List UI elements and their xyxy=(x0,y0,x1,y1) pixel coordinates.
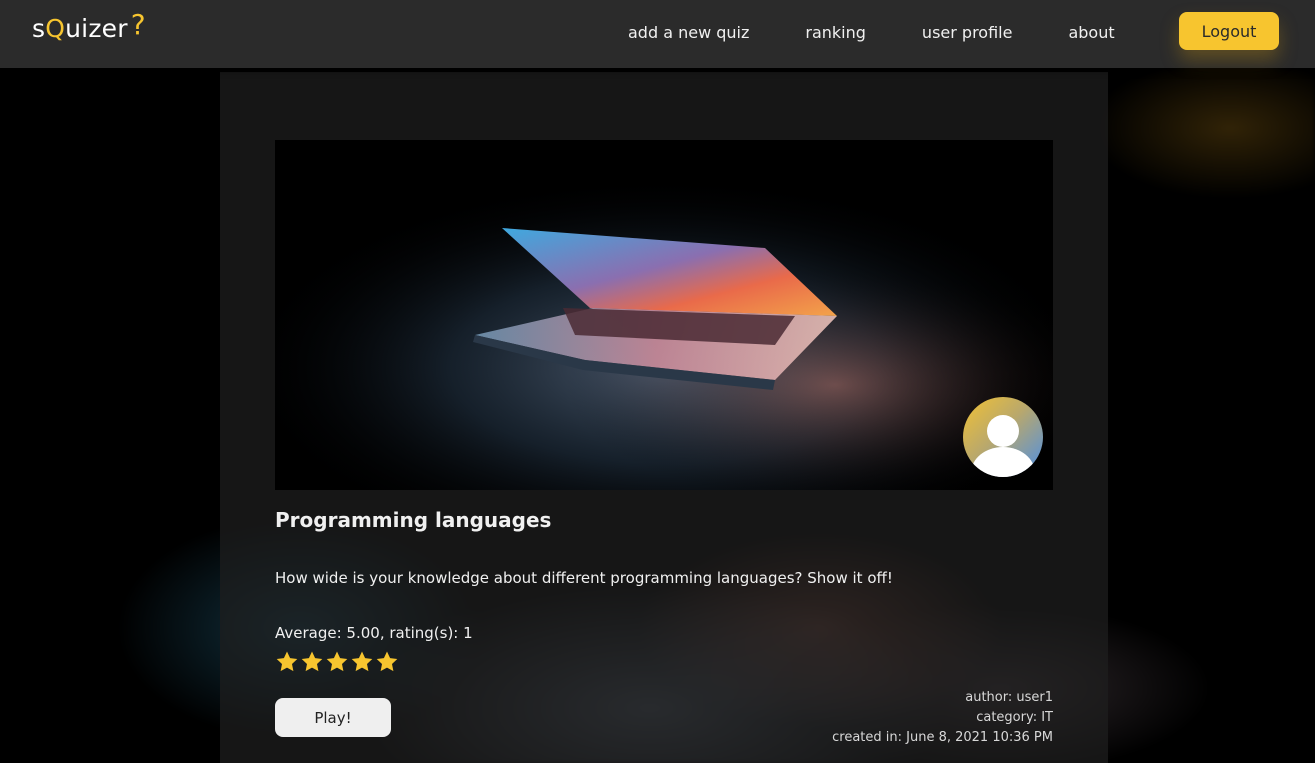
quiz-meta: author: user1 category: IT created in: J… xyxy=(832,688,1053,748)
quiz-author[interactable]: author: user1 xyxy=(832,688,1053,708)
star-icon[interactable] xyxy=(375,650,399,674)
rating-summary: Average: 5.00, rating(s): 1 xyxy=(275,624,473,642)
play-button[interactable]: Play! xyxy=(275,698,391,737)
star-icon[interactable] xyxy=(350,650,374,674)
squizer-logo[interactable]: s Quizer? xyxy=(32,8,146,47)
quiz-created-date: created in: June 8, 2021 10:36 PM xyxy=(832,730,1053,745)
star-rating[interactable] xyxy=(275,650,399,674)
author-avatar[interactable] xyxy=(963,397,1043,477)
quiz-description: How wide is your knowledge about differe… xyxy=(275,569,893,587)
nav-about[interactable]: about xyxy=(1068,23,1114,42)
main-nav: add a new quiz ranking user profile abou… xyxy=(600,0,1143,64)
logo-text-q: Q xyxy=(45,14,66,43)
logo-question-mark: ? xyxy=(130,8,146,41)
top-navbar: s Quizer? add a new quiz ranking user pro… xyxy=(0,0,1315,68)
logout-button[interactable]: Logout xyxy=(1179,12,1279,50)
star-icon[interactable] xyxy=(300,650,324,674)
quiz-card: Programming languages How wide is your k… xyxy=(220,72,1108,763)
user-avatar-icon xyxy=(971,415,1035,477)
quiz-title: Programming languages xyxy=(275,508,552,532)
star-icon[interactable] xyxy=(325,650,349,674)
quiz-hero-image xyxy=(275,140,1053,490)
logo-text-suffix: uizer xyxy=(65,14,128,43)
logo-text-prefix: s xyxy=(32,14,46,43)
star-icon[interactable] xyxy=(275,650,299,674)
laptop-photo xyxy=(275,140,1053,490)
nav-add-quiz[interactable]: add a new quiz xyxy=(628,23,749,42)
quiz-category: category: IT xyxy=(976,710,1053,725)
nav-user-profile[interactable]: user profile xyxy=(922,23,1013,42)
nav-ranking[interactable]: ranking xyxy=(805,23,866,42)
